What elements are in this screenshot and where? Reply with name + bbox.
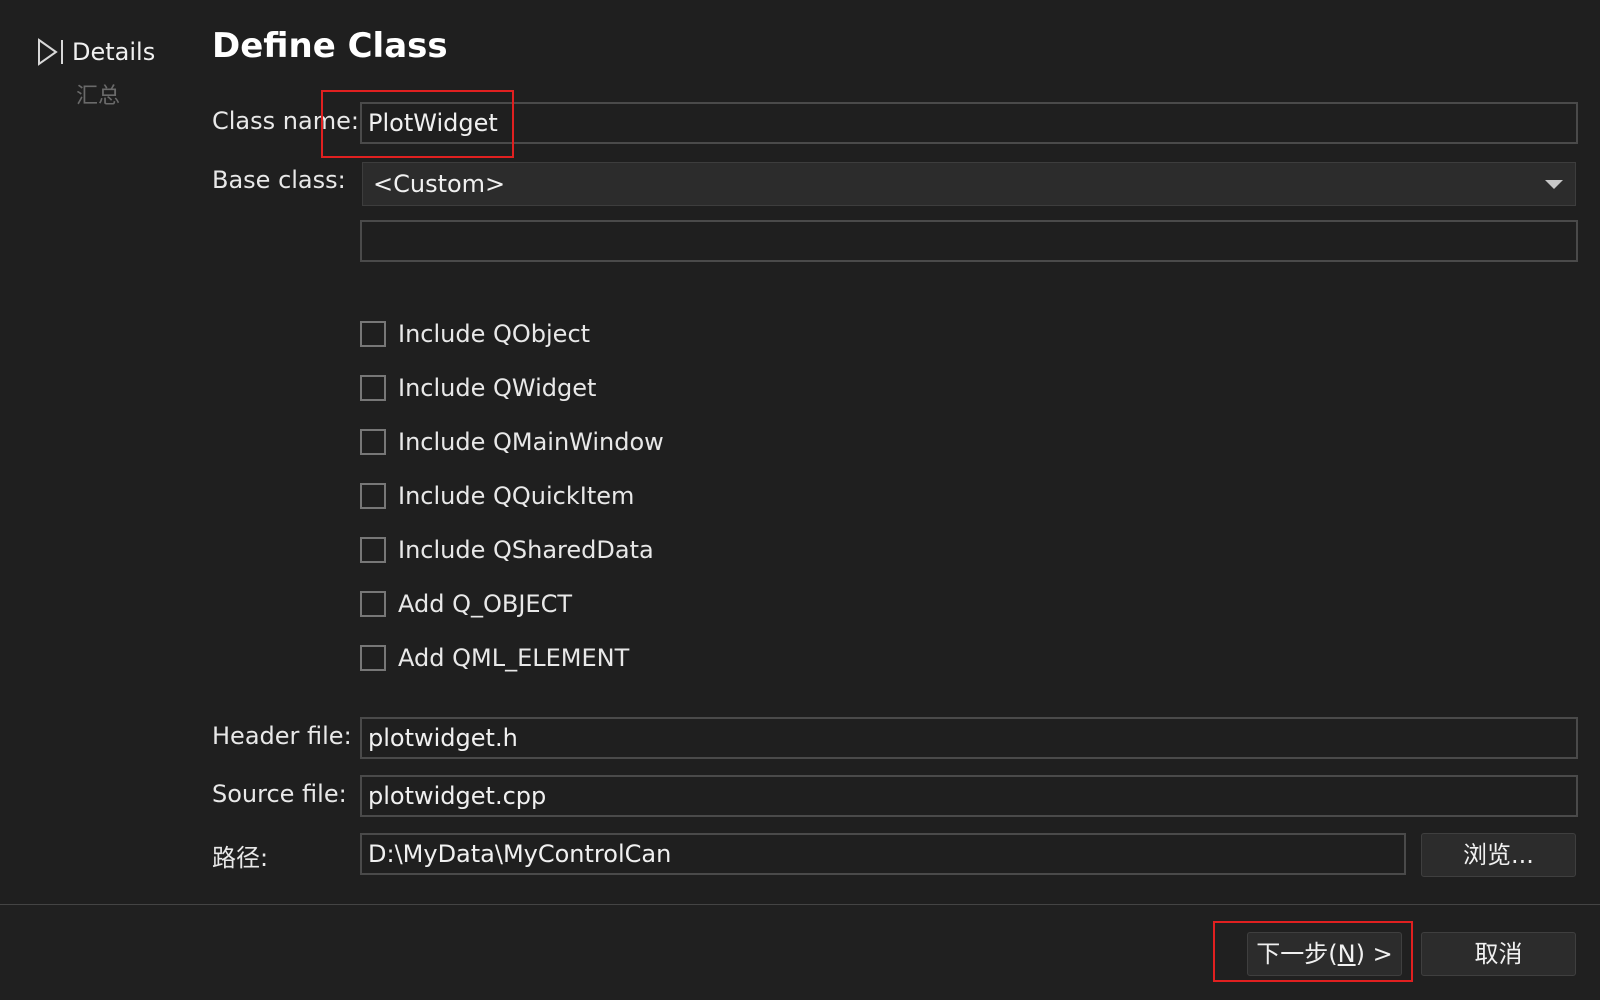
option-row[interactable]: Include QMainWindow [360, 422, 664, 462]
next-button-prefix: 下一步( [1256, 940, 1338, 968]
option-checkbox[interactable] [360, 645, 386, 671]
option-checkbox[interactable] [360, 591, 386, 617]
option-checkbox[interactable] [360, 429, 386, 455]
option-row[interactable]: Include QQuickItem [360, 476, 634, 516]
option-label: Include QQuickItem [398, 482, 635, 510]
option-label: Include QSharedData [398, 536, 654, 564]
step-details: Details [36, 34, 196, 70]
option-row[interactable]: Add QML_ELEMENT [360, 638, 629, 678]
option-row[interactable]: Include QSharedData [360, 530, 654, 570]
page-title: Define Class [212, 26, 448, 66]
option-label: Include QMainWindow [398, 428, 664, 456]
step-summary-label: 汇总 [76, 84, 121, 109]
cancel-button[interactable]: 取消 [1421, 932, 1576, 976]
option-row[interactable]: Add Q_OBJECT [360, 584, 572, 624]
footer-divider [0, 904, 1600, 905]
option-checkbox[interactable] [360, 375, 386, 401]
option-label: Add Q_OBJECT [398, 590, 572, 618]
browse-button[interactable]: 浏览... [1421, 833, 1576, 877]
base-class-selected: <Custom> [373, 170, 506, 198]
option-checkbox[interactable] [360, 537, 386, 563]
next-button-mnemonic: N [1337, 940, 1356, 968]
source-file-input[interactable]: plotwidget.cpp [360, 775, 1578, 817]
option-label: Include QObject [398, 320, 591, 348]
source-file-label: Source file: [212, 780, 347, 808]
option-checkbox[interactable] [360, 483, 386, 509]
current-step-arrow-icon [36, 37, 66, 67]
header-file-input[interactable]: plotwidget.h [360, 717, 1578, 759]
path-input[interactable]: D:\MyData\MyControlCan [360, 833, 1406, 875]
option-row[interactable]: Include QWidget [360, 368, 596, 408]
next-button-suffix: ) > [1355, 940, 1393, 968]
step-details-label: Details [72, 38, 156, 66]
next-button[interactable]: 下一步(N) > [1247, 932, 1402, 976]
option-row[interactable]: Include QObject [360, 314, 590, 354]
option-checkbox[interactable] [360, 321, 386, 347]
header-file-label: Header file: [212, 722, 352, 750]
chevron-down-icon [1545, 180, 1563, 189]
base-class-label: Base class: [212, 166, 346, 194]
custom-base-class-input[interactable] [360, 220, 1578, 262]
base-class-dropdown[interactable]: <Custom> [362, 162, 1576, 206]
wizard-steps: Details 汇总 [36, 34, 196, 110]
class-name-input[interactable]: PlotWidget [360, 102, 1578, 144]
new-class-wizard: Details 汇总 Define Class Class name: Plot… [0, 0, 1600, 1000]
option-label: Include QWidget [398, 374, 597, 402]
class-name-label: Class name: [212, 107, 359, 135]
path-label: 路径: [212, 844, 269, 872]
option-label: Add QML_ELEMENT [398, 644, 630, 672]
